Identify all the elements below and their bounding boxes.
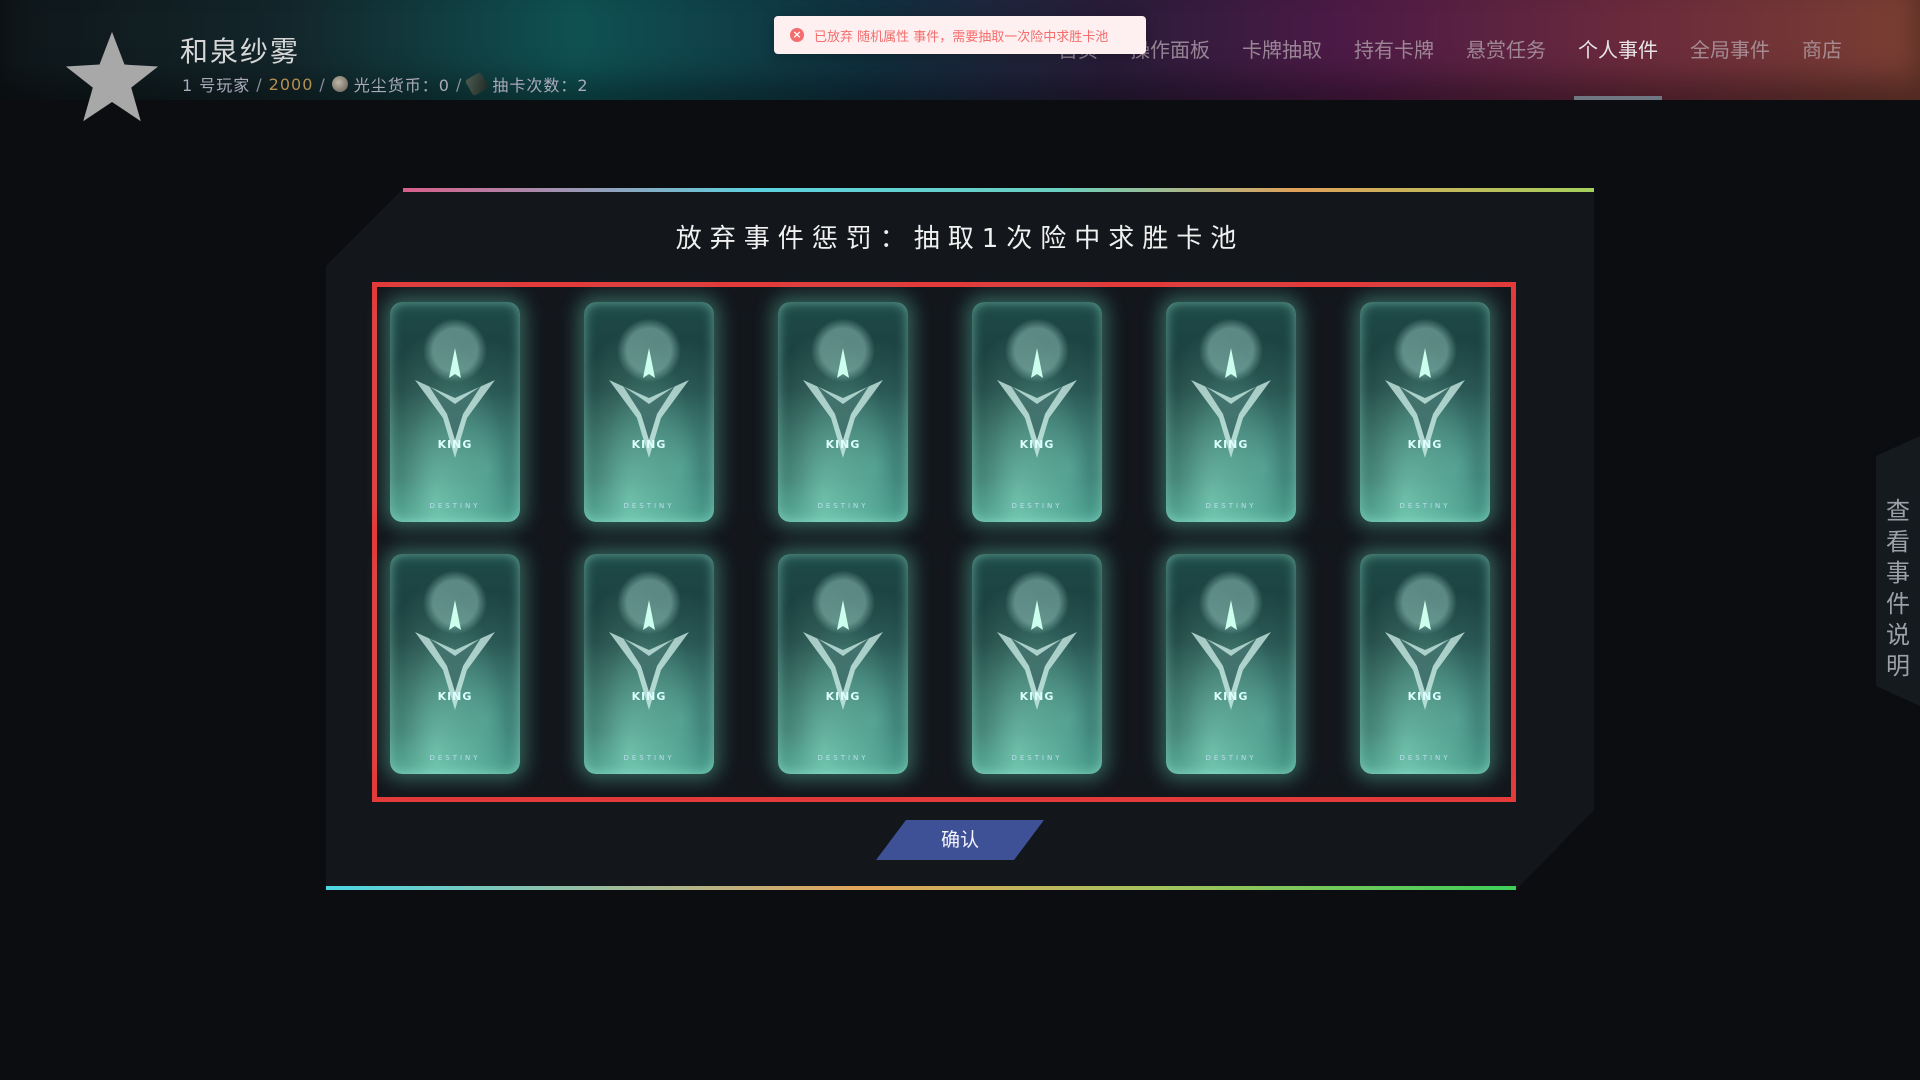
card-logo-text: DESTINY [1205,502,1257,510]
card-back[interactable]: KING DESTINY [390,302,520,522]
card-back[interactable]: KING DESTINY [1166,554,1296,774]
card-back[interactable]: KING DESTINY [390,554,520,774]
card-back[interactable]: KING DESTINY [1360,554,1490,774]
card-back[interactable]: KING DESTINY [778,554,908,774]
card-logo-text: DESTINY [429,754,481,762]
nav-personal-events[interactable]: 个人事件 [1574,34,1662,100]
card-king-text: KING [1407,690,1443,703]
nav-card-draw[interactable]: 卡牌抽取 [1242,34,1322,63]
card-logo-text: DESTINY [1205,754,1257,762]
nav-bounty-tasks[interactable]: 悬赏任务 [1466,34,1546,63]
player-rank: 1 号玩家 [182,76,251,95]
card-king-text: KING [631,690,667,703]
card-king-text: KING [825,690,861,703]
separator: / [319,74,326,94]
currency-label: 光尘货币：0 [353,76,450,95]
card-logo-text: DESTINY [623,502,675,510]
card-back[interactable]: KING DESTINY [778,302,908,522]
player-name: 和泉纱雾 [180,35,301,68]
main-nav: 首页 操作面板 卡牌抽取 持有卡牌 悬赏任务 个人事件 全局事件 商店 [1058,34,1842,100]
coin-icon [331,76,348,92]
card-logo-text: DESTINY [1011,502,1063,510]
card-king-text: KING [1407,438,1443,451]
star-icon [65,31,159,122]
error-circle-icon: × [790,28,804,42]
card-king-text: KING [825,438,861,451]
card-king-text: KING [631,438,667,451]
card-logo-text: DESTINY [1011,754,1063,762]
card-back[interactable]: KING DESTINY [972,302,1102,522]
error-toast: × 已放弃 随机属性 事件，需要抽取一次险中求胜卡池 [774,16,1146,54]
card-king-text: KING [1213,690,1249,703]
card-logo-text: DESTINY [1399,754,1451,762]
card-back[interactable]: KING DESTINY [584,554,714,774]
nav-shop[interactable]: 商店 [1802,34,1842,63]
card-back[interactable]: KING DESTINY [972,554,1102,774]
card-back[interactable]: KING DESTINY [1360,302,1490,522]
separator: / [256,74,263,94]
nav-global-events[interactable]: 全局事件 [1690,34,1770,63]
card-back[interactable]: KING DESTINY [584,302,714,522]
draw-card-icon [465,71,490,97]
toast-message: 已放弃 随机属性 事件，需要抽取一次险中求胜卡池 [814,29,1109,45]
card-king-text: KING [1019,438,1055,451]
card-logo-text: DESTINY [429,502,481,510]
card-logo-text: DESTINY [817,502,869,510]
card-logo-text: DESTINY [1399,502,1451,510]
player-meta: 1 号玩家 / 2000 / 光尘货币：0 / 抽卡次数：2 [182,71,589,97]
card-king-text: KING [437,690,473,703]
card-logo-text: DESTINY [817,754,869,762]
player-score: 2000 [268,74,314,94]
view-event-description-tab[interactable]: 查看事件说明 [1882,496,1914,682]
card-selection-frame [372,282,1516,802]
card-king-text: KING [1019,690,1055,703]
nav-owned-cards[interactable]: 持有卡牌 [1354,34,1434,63]
card-king-text: KING [437,438,473,451]
card-king-text: KING [1213,438,1249,451]
draw-count-label: 抽卡次数：2 [492,76,589,95]
separator: / [455,74,463,94]
panel-title: 放弃事件惩罚：抽取1次险中求胜卡池 [675,224,1245,254]
card-logo-text: DESTINY [623,754,675,762]
card-back[interactable]: KING DESTINY [1166,302,1296,522]
panel-bottom-accent [326,886,1516,890]
panel-top-accent [403,188,1594,192]
